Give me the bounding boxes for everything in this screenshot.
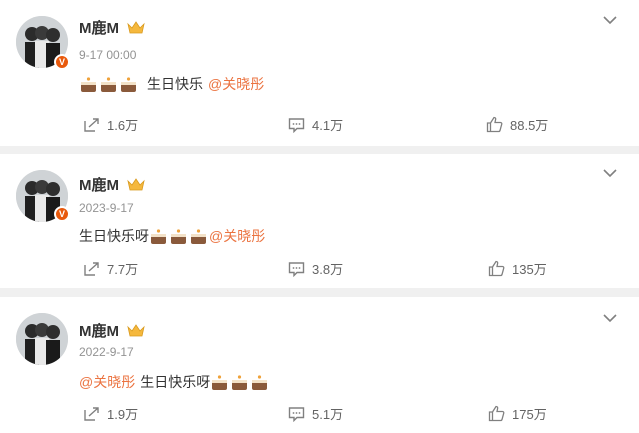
comment-count: 3.8万 (312, 262, 344, 277)
repost-count: 7.7万 (107, 262, 139, 277)
post-text: 生日快乐呀 (79, 228, 149, 244)
verified-badge-icon: V (54, 206, 70, 222)
post-card: M鹿M 2022-9-17 @关晓彤 生日快乐呀 1.9万 5.1万 175万 (0, 297, 639, 433)
author-name[interactable]: M鹿M (79, 17, 119, 38)
comment-icon (288, 117, 305, 133)
comment-count: 5.1万 (312, 407, 344, 422)
mention-link[interactable]: @关晓彤 (208, 74, 264, 94)
repost-count: 1.6万 (107, 118, 139, 133)
like-button[interactable]: 175万 (488, 404, 547, 423)
mention-link[interactable]: @关晓彤 (79, 372, 135, 392)
crown-icon (127, 21, 145, 34)
post-content: @关晓彤 生日快乐呀 (79, 372, 270, 392)
crown-icon (127, 324, 145, 337)
author-name[interactable]: M鹿M (79, 320, 119, 341)
mention-link[interactable]: @关晓彤 (209, 226, 265, 246)
like-count: 175万 (512, 407, 547, 422)
chevron-down-icon[interactable] (602, 15, 618, 25)
birthday-cake-emoji (230, 374, 249, 391)
repost-icon (84, 261, 99, 276)
comment-icon (288, 261, 305, 277)
repost-icon (84, 406, 99, 421)
birthday-cake-emoji (169, 228, 188, 245)
post-text: 生日快乐呀 (140, 374, 211, 390)
like-count: 88.5万 (510, 118, 549, 133)
crown-icon (127, 178, 145, 191)
chevron-down-icon[interactable] (602, 313, 618, 323)
like-icon (486, 116, 503, 133)
post-time[interactable]: 2022-9-17 (79, 345, 134, 359)
comment-icon (288, 406, 305, 422)
repost-count: 1.9万 (107, 407, 139, 422)
like-button[interactable]: 135万 (488, 259, 547, 278)
birthday-cake-emoji (250, 374, 269, 391)
like-icon (488, 260, 505, 277)
post-time[interactable]: 9-17 00:00 (79, 48, 136, 62)
post-card: V M鹿M 9-17 00:00 生日快乐 @关晓彤 1.6万 4.1万 88.… (0, 0, 639, 146)
repost-icon (84, 117, 99, 132)
repost-button[interactable]: 7.7万 (83, 259, 138, 278)
post-text: 生日快乐 (147, 76, 203, 92)
repost-button[interactable]: 1.6万 (83, 115, 138, 134)
chevron-down-icon[interactable] (602, 168, 618, 178)
like-count: 135万 (512, 262, 547, 277)
like-icon (488, 405, 505, 422)
avatar[interactable] (16, 313, 68, 365)
birthday-cake-emoji (79, 76, 98, 93)
post-card: V M鹿M 2023-9-17 生日快乐呀 @关晓彤 7.7万 3.8万 135… (0, 154, 639, 288)
post-content: 生日快乐 @关晓彤 (79, 74, 264, 94)
birthday-cake-emoji (99, 76, 118, 93)
comment-button[interactable]: 3.8万 (288, 259, 343, 278)
post-content: 生日快乐呀 @关晓彤 (79, 226, 265, 246)
post-time[interactable]: 2023-9-17 (79, 201, 134, 215)
author-name[interactable]: M鹿M (79, 174, 119, 195)
like-button[interactable]: 88.5万 (486, 115, 548, 134)
birthday-cake-emoji (119, 76, 138, 93)
birthday-cake-emoji (149, 228, 168, 245)
comment-count: 4.1万 (312, 118, 344, 133)
verified-badge-icon: V (54, 54, 70, 70)
birthday-cake-emoji (210, 374, 229, 391)
repost-button[interactable]: 1.9万 (83, 404, 138, 423)
weibo-feed: V M鹿M 9-17 00:00 生日快乐 @关晓彤 1.6万 4.1万 88.… (0, 0, 639, 433)
comment-button[interactable]: 5.1万 (288, 404, 343, 423)
comment-button[interactable]: 4.1万 (288, 115, 343, 134)
birthday-cake-emoji (189, 228, 208, 245)
